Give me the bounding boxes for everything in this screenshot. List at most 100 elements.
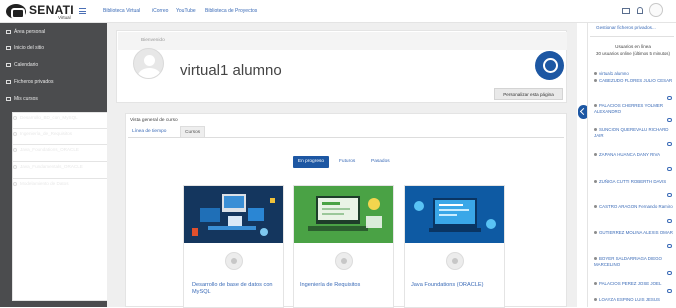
course-icon [13,115,17,120]
sidebar-item-area-personal[interactable]: Área personal [6,27,104,37]
sidebar-item-label: Área personal [14,29,46,35]
link-correo[interactable]: iCorreo [152,8,168,14]
senati-logo[interactable]: SENATI Virtual [6,3,74,21]
welcome-text: Bienvenido [141,38,165,43]
tab-linea-de-tiempo[interactable]: Línea de tiempo [128,126,170,137]
user-icon [594,128,597,131]
user-avatar[interactable] [649,3,663,17]
online-user[interactable]: GUTIERREZ MOLINA ALEXIS OMAR [594,230,676,236]
filter-past-button[interactable]: Pasados [371,159,390,164]
menu-toggle-icon[interactable] [79,8,86,14]
check-icon[interactable] [535,51,564,80]
tab-divider [128,137,564,138]
online-user-name: virtual1 alumno [599,71,629,76]
sidebar-item-inicio[interactable]: Inicio del sitio [6,43,104,53]
file-icon [6,79,11,84]
online-user[interactable]: CABEZUDO FLORES JULIO CESAR [594,78,676,84]
block-title: Vista general de curso [130,118,178,123]
course-title: Ingeniería de Requisitos [300,282,361,288]
message-icon[interactable] [667,244,672,248]
sidebar-item-label: Calendario [14,62,39,68]
message-icon[interactable] [667,193,672,197]
course-image [184,186,283,243]
user-icon [594,257,597,260]
mail-icon[interactable] [622,8,630,14]
message-icon[interactable] [667,96,672,100]
page-header: Bienvenido virtual1 alumno Personalizar … [116,30,567,103]
sidebar-course-label: Java_Fundamentals_ORACLE [20,164,83,169]
user-icon [594,298,597,301]
sidebar-course-modelamiento[interactable]: Modelamiento de Datos [12,178,113,301]
user-icon [594,282,597,285]
sidebar-course-label: Desarrollo_BD_con_MySQL [20,115,78,120]
profile-picture[interactable] [133,48,164,79]
online-user-name: GUTIERREZ MOLINA ALEXIS OMAR [599,230,673,235]
message-icon[interactable] [667,118,672,122]
course-title: Java Foundations (ORACLE) [411,282,484,288]
sidebar-item-mis-cursos[interactable]: Mis cursos [6,94,104,104]
sidebar-course-label: Java_Foundations_ORACLE [20,147,79,152]
message-icon[interactable] [667,142,672,146]
online-user[interactable]: ZUÑIGA CUTTI ROBERTH DAVIS [594,179,676,185]
dashboard-icon [6,29,11,34]
online-user[interactable]: ZAPANA HUANCA DANY RIVA [594,152,676,158]
message-icon[interactable] [667,271,672,275]
sidebar-item-label: Ficheros privados [14,79,54,85]
home-icon [6,45,11,50]
message-icon[interactable] [667,167,672,171]
online-user-name: ZUÑIGA CUTTI ROBERTH DAVIS [599,179,667,184]
online-user[interactable]: PALACIOS PEREZ JOSE JOEL [594,281,676,287]
online-user-name: SUNCION QUEREVALU RICHARD JAIR [594,127,669,138]
course-image [405,186,504,243]
online-user[interactable]: LOAYZA ESPINO LUIS JESUS [594,297,676,303]
course-teacher-avatar [335,252,353,270]
message-icon[interactable] [667,219,672,223]
page-title: virtual1 alumno [180,62,282,79]
graduation-cap-icon [6,96,11,101]
course-icon [13,131,17,136]
sidebar-course-label: Ingeniería_de_Requisitos [20,131,73,136]
online-user[interactable]: virtual1 alumno [594,71,676,77]
link-youtube[interactable]: YouTube [176,8,196,14]
link-biblioteca-proyectos[interactable]: Biblioteca de Proyectos [205,8,257,14]
filter-future-button[interactable]: Futuros [339,159,355,164]
online-user[interactable]: PALACIOS CHERRES YOLMER ALEXANDRO [594,103,676,114]
online-user-name: LOAYZA ESPINO LUIS JESUS [599,297,660,302]
course-card-java-foundations[interactable]: Java Foundations (ORACLE) [404,185,505,308]
message-icon[interactable] [667,289,672,293]
user-icon [594,180,597,183]
course-icon [13,181,17,186]
link-biblioteca-virtual[interactable]: Biblioteca Virtual [103,8,140,14]
course-card-requisitos[interactable]: Ingeniería de Requisitos [293,185,394,308]
online-user[interactable]: SUNCION QUEREVALU RICHARD JAIR [594,127,676,138]
right-sidebar: Gestionar ficheros privados... Usuarios … [587,23,676,307]
online-user-name: CABEZUDO FLORES JULIO CESAR [599,78,673,83]
user-icon [594,205,597,208]
user-icon [594,79,597,82]
sidebar-item-calendario[interactable]: Calendario [6,60,104,70]
online-user[interactable]: BOYER SALDARRIAGA DIEGO MARCELINO [594,256,676,267]
course-title: Desarrollo de base de datos con MySQL [192,282,273,295]
course-teacher-avatar [446,252,464,270]
filter-in-progress-button[interactable]: En progreso [293,156,329,168]
online-user-name: BOYER SALDARRIAGA DIEGO MARCELINO [594,256,662,267]
course-image [294,186,393,243]
bell-icon[interactable] [637,7,643,14]
sidebar-item-ficheros[interactable]: Ficheros privados [6,77,104,87]
left-sidebar: Área personal Inicio del sitio Calendari… [0,23,113,307]
user-icon [594,72,597,75]
course-overview-block: Vista general de curso Línea de tiempo C… [125,113,567,308]
sidebar-course-label: Modelamiento de Datos [20,181,69,186]
top-navbar: SENATI Virtual Biblioteca Virtual iCorre… [0,0,676,23]
course-card-mysql[interactable]: Desarrollo de base de datos con MySQL [183,185,284,308]
manage-files-link[interactable]: Gestionar ficheros privados... [596,25,674,30]
personalize-page-button[interactable]: Personalizar esta página [494,88,563,100]
course-icon [13,147,17,152]
tab-cursos[interactable]: Cursos [180,126,206,137]
calendar-icon [6,62,11,67]
divider [590,36,674,37]
user-icon [594,153,597,156]
online-user-name: PALACIOS CHERRES YOLMER ALEXANDRO [594,103,664,114]
user-icon [594,104,597,107]
online-user[interactable]: CASTRO ARAGON Fernando Ramiro [594,204,676,210]
